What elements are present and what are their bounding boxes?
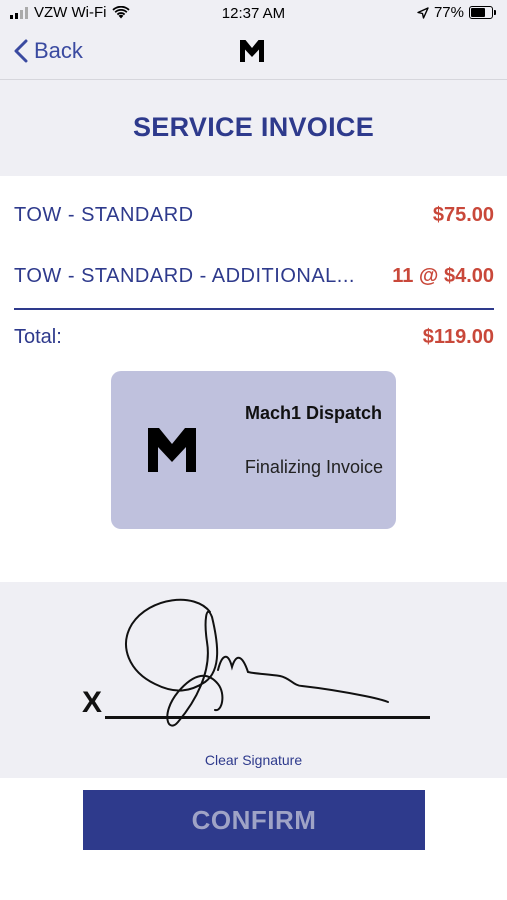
signature-line: [105, 716, 430, 719]
page-title: SERVICE INVOICE: [132, 112, 375, 142]
battery-icon: [469, 6, 496, 19]
line-item: TOW - STANDARD $75.00: [14, 204, 494, 234]
battery-percent: 77%: [433, 4, 464, 21]
back-label: Back: [34, 38, 83, 63]
total-row: Total: $119.00: [14, 326, 494, 356]
confirm-button[interactable]: CONFIRM: [83, 790, 425, 850]
status-bar: VZW Wi-Fi 12:37 AM 77%: [0, 0, 507, 26]
finalizing-overlay: Mach1 Dispatch Finalizing Invoice: [111, 371, 396, 529]
line-item-description: TOW - STANDARD - ADDITIONAL...: [14, 265, 355, 287]
chevron-left-icon: [14, 39, 28, 63]
line-item: TOW - STANDARD - ADDITIONAL... 11 @ $4.0…: [14, 265, 494, 295]
mach1-logo-icon: [240, 40, 264, 62]
total-amount: $119.00: [422, 326, 494, 348]
invoice-header: SERVICE INVOICE: [0, 80, 507, 176]
line-item-description: TOW - STANDARD: [14, 204, 194, 226]
overlay-status: Finalizing Invoice: [244, 457, 383, 477]
clear-signature-button[interactable]: Clear Signature: [0, 752, 507, 768]
mach1-logo-icon: [148, 428, 196, 472]
line-item-amount: 11 @ $4.00: [392, 265, 494, 287]
navigation-bar: Back: [0, 26, 507, 80]
line-item-amount: $75.00: [432, 204, 494, 226]
battery-level: [471, 8, 485, 17]
total-label: Total:: [14, 326, 62, 348]
back-button[interactable]: Back: [14, 38, 83, 64]
signature-pad[interactable]: X Clear Signature: [0, 582, 507, 778]
signature-drawing: [125, 598, 389, 727]
status-right: 77%: [417, 4, 496, 21]
total-divider: [14, 308, 494, 310]
signature-x-mark: X: [82, 686, 103, 719]
location-arrow-icon: [417, 6, 429, 19]
overlay-title: Mach1 Dispatch: [244, 403, 382, 423]
